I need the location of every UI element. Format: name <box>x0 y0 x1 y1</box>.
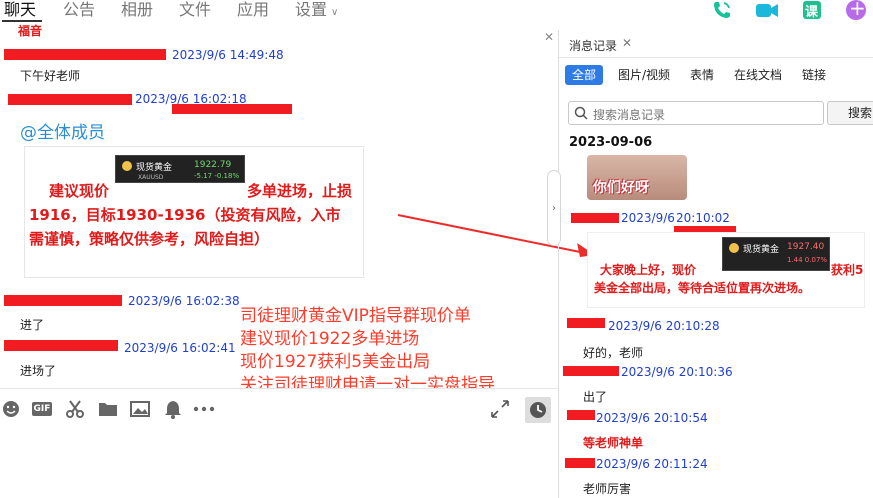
scissors-icon[interactable] <box>64 399 86 419</box>
history-message-text: 好的，老师 <box>583 346 644 360</box>
gold-ticker-box: 现货黄金 1922.79 -5.17 -0.18% XAUUSD <box>115 155 245 183</box>
tab-apps[interactable]: 应用 <box>237 0 269 20</box>
top-nav: 聊天 公告 相册 文件 应用 设置 ∨ 课 + <box>0 0 873 22</box>
redacted-sender-name <box>8 94 132 105</box>
gif-icon-label: GIF <box>31 402 53 416</box>
history-timestamp-time: 20:10:02 <box>676 211 730 225</box>
emoji-icon[interactable] <box>0 399 22 419</box>
redacted-sender-name <box>563 366 619 376</box>
coin-icon <box>122 161 132 171</box>
card-text-line: 获利5 <box>831 263 864 277</box>
close-icon[interactable]: ✕ <box>622 36 632 50</box>
tab-files[interactable]: 文件 <box>179 0 211 20</box>
thumbnail-caption: 你们好呀 <box>593 180 649 196</box>
message-timestamp: 2023/9/6 16:02:38 <box>128 294 240 308</box>
close-icon[interactable]: ✕ <box>544 30 554 44</box>
gold-ticker-box: 现货黄金 1927.40 1.44 0.07% <box>722 237 830 271</box>
course-icon-label: 课 <box>805 5 819 20</box>
expand-icon[interactable] <box>489 399 511 419</box>
card-text-line: 美金全部出局，等待合适位置再次进场。 <box>594 281 811 295</box>
folder-icon[interactable] <box>97 399 119 419</box>
filter-links[interactable]: 链接 <box>802 65 826 85</box>
partial-message-text: 福音 <box>18 24 43 38</box>
redacted-sender-name <box>565 458 595 468</box>
card-text-line: 1916，目标1930-1936（投资有风险，入市 <box>29 206 341 224</box>
history-date-header: 2023-09-06 <box>569 135 653 150</box>
history-timestamp: 2023/9/6 20:10:28 <box>608 319 720 333</box>
search-button[interactable]: 搜索 <box>827 101 873 125</box>
ticker-code: XAUUSD <box>138 174 164 181</box>
coin-icon <box>729 243 739 253</box>
card-text-line: 建议现价 <box>49 182 110 200</box>
history-timestamp: 2023/9/6 20:10:54 <box>596 411 708 425</box>
video-icon[interactable] <box>754 0 780 20</box>
input-toolbar: GIF <box>0 388 558 498</box>
ticker-change: 1.44 0.07% <box>787 256 828 264</box>
message-text: 下午好老师 <box>20 69 81 83</box>
overlay-line: 司徒理财黄金VIP指导群现价单 <box>240 306 471 326</box>
redacted-sender-name <box>4 295 122 306</box>
redacted-sender-name <box>571 213 619 223</box>
overlay-line: 关注司徒理财申请一对一实盘指导 <box>240 375 495 388</box>
history-search-input[interactable]: 搜索消息记录 <box>568 101 824 125</box>
message-timestamp: 2023/9/6 14:49:48 <box>172 48 284 62</box>
chat-app-window: 聊天 公告 相册 文件 应用 设置 ∨ 课 + 福音 ✕ 2023/9/6 14:… <box>0 0 873 498</box>
card-text-line: 多单进场，止损 <box>247 182 353 200</box>
redacted-sender-name <box>567 318 605 328</box>
history-timestamp: 2023/9/6 20:11:24 <box>596 457 708 471</box>
ticker-name: 现货黄金 <box>743 245 780 255</box>
more-icon[interactable] <box>193 399 215 419</box>
message-text: 进场了 <box>20 364 57 378</box>
ticker-change: -5.17 -0.18% <box>194 172 240 180</box>
message-history-panel: 消息记录 ✕ 全部 图片/视频 表情 在线文档 链接 搜索消息记录 搜索 202… <box>559 30 873 498</box>
message-timestamp: 2023/9/6 16:02:41 <box>124 341 236 355</box>
bell-icon[interactable] <box>162 399 184 419</box>
phone-icon[interactable] <box>709 0 735 20</box>
filter-all[interactable]: 全部 <box>565 65 604 85</box>
chevron-down-icon: ∨ <box>331 7 339 18</box>
card-text-line: 大家晚上好，现价 <box>600 263 697 277</box>
tab-settings-label: 设置 <box>295 0 328 19</box>
history-panel-header: 消息记录 ✕ <box>559 30 873 58</box>
tab-settings[interactable]: 设置 ∨ <box>295 0 338 23</box>
redacted-sender-name <box>4 340 118 351</box>
chevron-right-icon: › <box>552 202 556 214</box>
gif-icon[interactable]: GIF <box>31 399 53 419</box>
tab-chat[interactable]: 聊天 <box>4 0 36 20</box>
redacted-sender-name <box>4 49 166 60</box>
video-thumbnail[interactable]: 你们好呀 <box>587 155 687 200</box>
image-message[interactable]: 现货黄金 1922.79 -5.17 -0.18% XAUUSD 建议现价 多单… <box>24 146 364 278</box>
course-icon[interactable]: 课 <box>799 0 825 20</box>
overlay-annotation: 司徒理财黄金VIP指导群现价单 建议现价1922多单进场 现价1927获利5美金… <box>240 305 540 388</box>
add-icon-label: + <box>849 0 866 20</box>
ticker-name: 现货黄金 <box>136 163 173 173</box>
ticker-price: 1922.79 <box>194 160 232 170</box>
history-panel-title[interactable]: 消息记录 <box>569 37 617 54</box>
message-text: 进了 <box>20 318 45 332</box>
filter-images-videos[interactable]: 图片/视频 <box>618 65 670 85</box>
history-message-text: 等老师神单 <box>583 436 644 450</box>
search-placeholder: 搜索消息记录 <box>593 108 666 122</box>
redacted-text <box>172 104 292 114</box>
redacted-sender-name <box>567 410 595 420</box>
card-text-line: 需谨慎，策略仅供参考，风险自担） <box>29 230 270 248</box>
history-message-text: 老师厉害 <box>583 482 632 496</box>
tab-album[interactable]: 相册 <box>121 0 153 20</box>
history-timestamp: 2023/9/6 20:10:36 <box>621 365 733 379</box>
history-icon[interactable] <box>525 397 551 423</box>
image-icon[interactable] <box>129 399 151 419</box>
history-timestamp-date: 2023/9/6 <box>621 211 675 225</box>
filter-stickers[interactable]: 表情 <box>690 65 714 85</box>
history-image-card[interactable]: 现货黄金 1927.40 1.44 0.07% 大家晚上好，现价 获利5 美金全… <box>587 232 865 308</box>
mention-all[interactable]: @全体成员 <box>20 118 105 143</box>
filter-online-docs[interactable]: 在线文档 <box>734 65 782 85</box>
search-icon <box>574 106 588 120</box>
add-icon[interactable]: + <box>843 0 869 20</box>
ticker-price: 1927.40 <box>787 242 825 252</box>
tab-announcements[interactable]: 公告 <box>63 0 95 20</box>
overlay-line: 建议现价1922多单进场 <box>240 329 420 349</box>
overlay-line: 现价1927获利5美金出局 <box>240 352 431 372</box>
history-message-text: 出了 <box>583 390 608 404</box>
